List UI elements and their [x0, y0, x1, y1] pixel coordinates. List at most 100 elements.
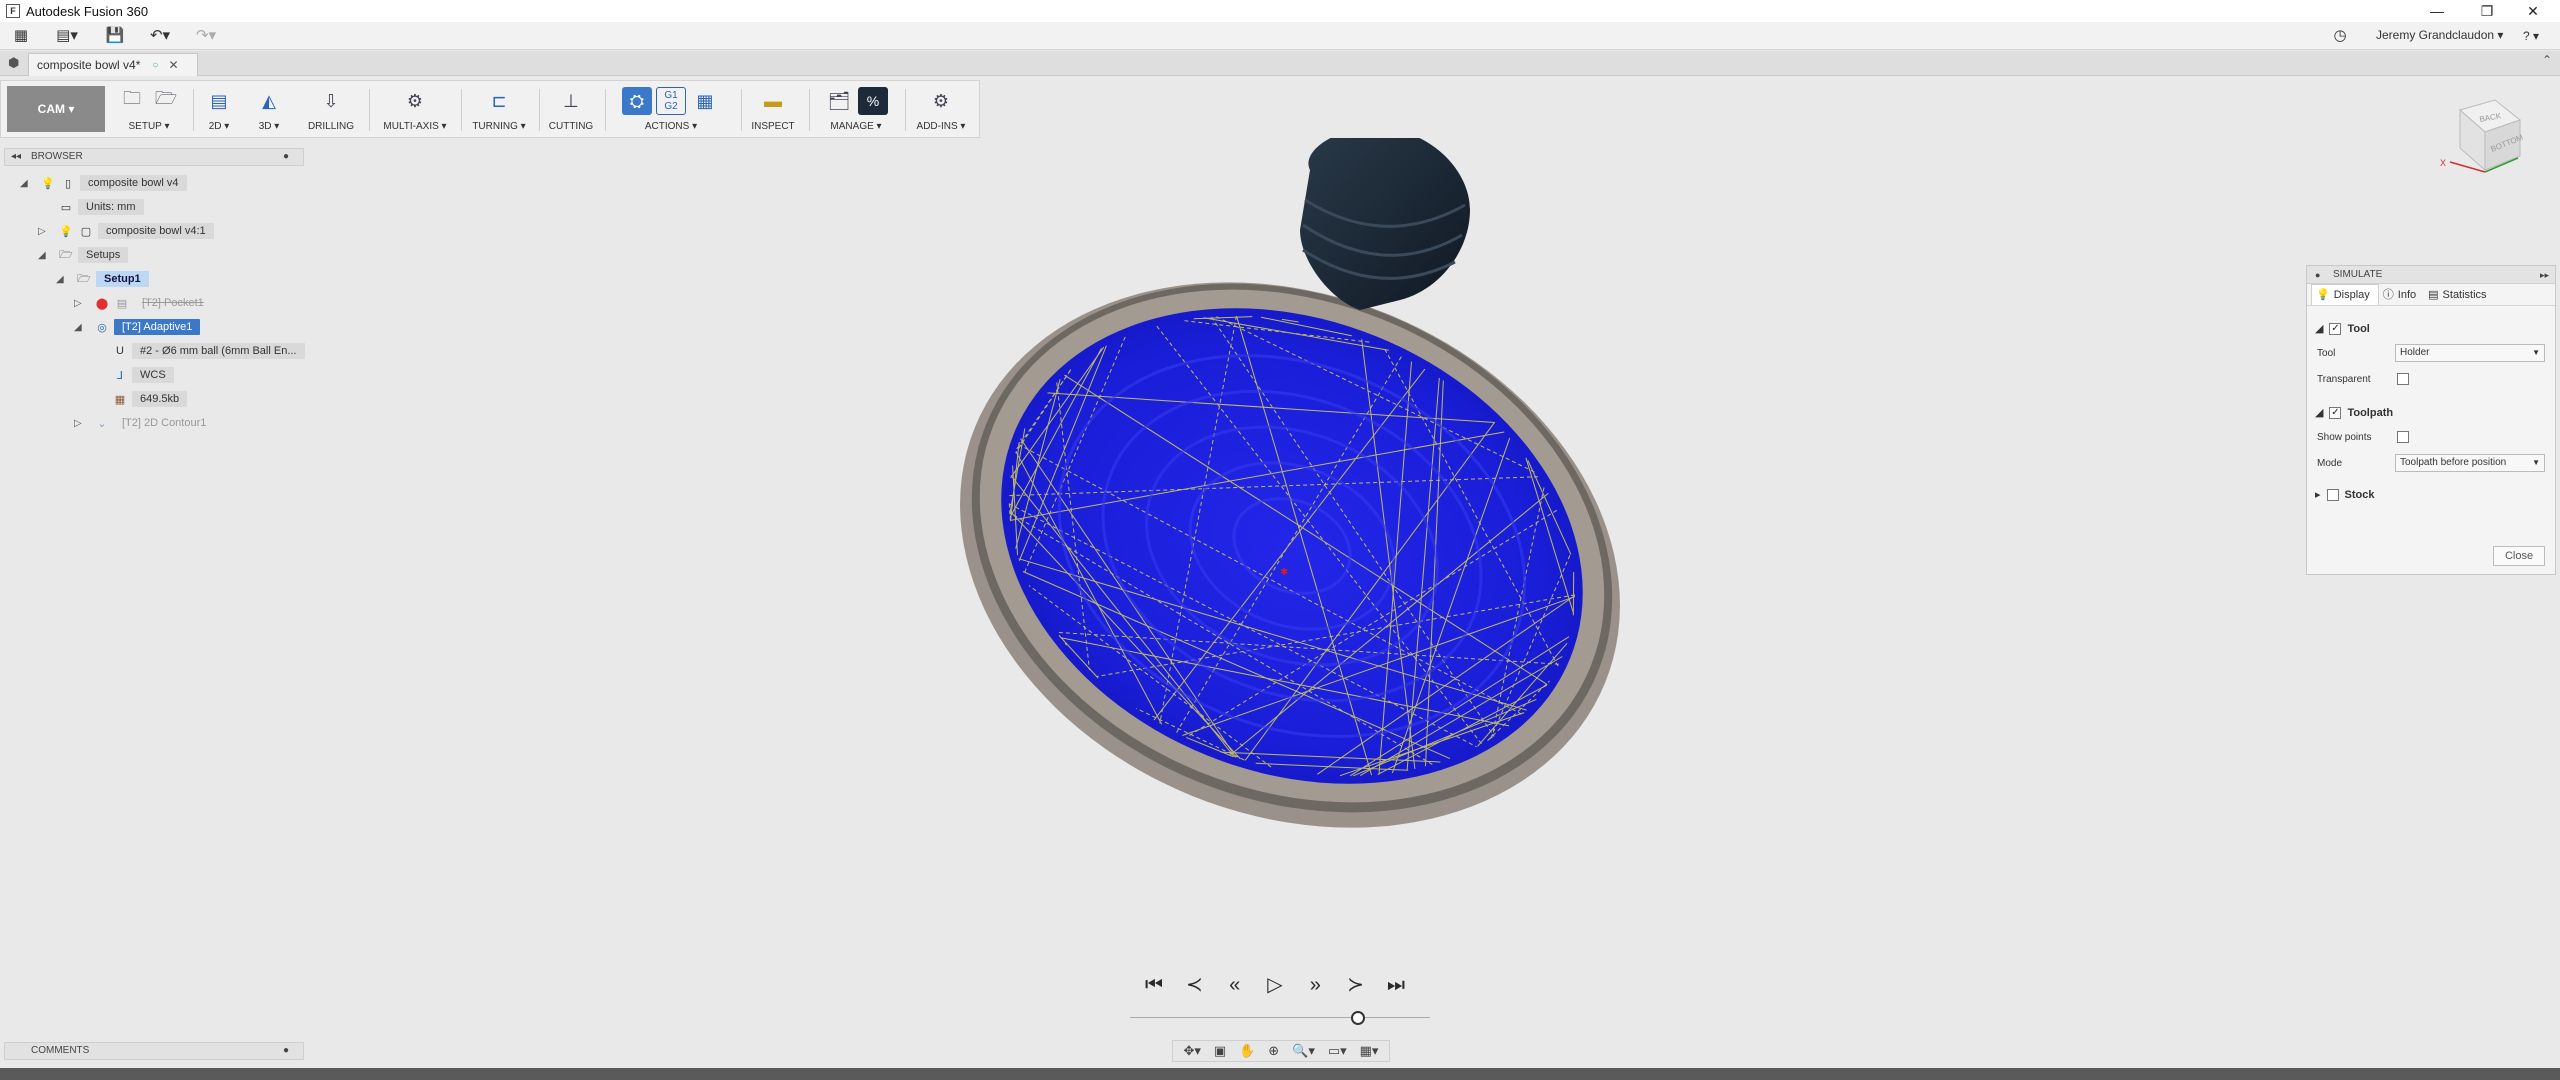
grid-settings-icon[interactable]: ▦▾ — [1360, 1043, 1379, 1059]
toolpath-section-header[interactable]: ◢ ✓ Toolpath — [2315, 406, 2393, 419]
tree-node-label: [T2] 2D Contour1 — [122, 417, 207, 429]
simulation-timeline-slider[interactable] — [1130, 1010, 1430, 1026]
setup-sheet-icon: ▦ — [696, 90, 714, 111]
multi-axis-group[interactable]: ⚙ MULTI-AXIS ▾ — [375, 85, 455, 135]
step-forward-icon[interactable]: » — [1301, 971, 1329, 999]
restore-button[interactable]: ❐ — [2464, 0, 2510, 22]
tree-node-units[interactable]: ▭ Units: mm — [58, 198, 144, 216]
tree-node-label: Setup1 — [96, 271, 149, 287]
document-tab[interactable]: composite bowl v4* ○ ✕ — [28, 53, 198, 76]
app-grid-icon[interactable]: ▦ — [10, 26, 32, 46]
transparent-label: Transparent — [2317, 374, 2371, 385]
manage-label: MANAGE ▾ — [830, 121, 882, 132]
setup-group[interactable]: 🗀 🗁 SETUP ▾ — [109, 85, 189, 135]
save-icon[interactable]: 💾 — [104, 26, 126, 46]
orbit-icon[interactable]: ✥▾ — [1183, 1043, 1200, 1059]
tree-node-pocket1[interactable]: ⬤ ▤ [T2] Pocket1 — [94, 294, 212, 312]
expand-triangle-icon[interactable]: ◢ — [20, 178, 28, 189]
zoom-icon[interactable]: 🔍▾ — [1292, 1043, 1315, 1059]
close-window-button[interactable]: ✕ — [2510, 0, 2556, 22]
expand-triangle-icon[interactable]: ◢ — [74, 322, 82, 333]
tree-node-tool[interactable]: U #2 - Ø6 mm ball (6mm Ball En... — [112, 342, 305, 360]
manage-group[interactable]: 🗂 % MANAGE ▾ — [813, 85, 899, 135]
go-to-start-icon[interactable]: ⏮ — [1140, 971, 1168, 999]
close-tab-icon[interactable]: ✕ — [168, 58, 178, 72]
lightbulb-icon[interactable]: 💡 — [58, 223, 74, 239]
tree-node-wcs[interactable]: ⅃ WCS — [112, 366, 174, 384]
3d-group[interactable]: ◭ 3D ▾ — [249, 85, 289, 135]
toolpath-visibility-checkbox[interactable]: ✓ — [2329, 406, 2342, 419]
tool-type-label: Tool — [2317, 348, 2336, 359]
drilling-group[interactable]: ⇩ DRILLING — [301, 85, 361, 135]
playback-controls: ⏮ ≺ « ▷ » ≻ ⏭ — [1140, 970, 1410, 1000]
undo-icon[interactable]: ↶▾ — [142, 26, 178, 46]
tab-info[interactable]: ⓘ Info — [2379, 284, 2424, 305]
2d-group[interactable]: ▤ 2D ▾ — [199, 85, 239, 135]
tool-display-select[interactable]: Holder ▼ — [2395, 344, 2545, 362]
tree-node-2d-contour1[interactable]: ⌄ [T2] 2D Contour1 — [94, 414, 214, 432]
help-icon[interactable]: ? ▾ — [2516, 26, 2546, 46]
go-to-end-icon[interactable]: ⏭ — [1382, 971, 1410, 999]
info-tab-icon: ⓘ — [2382, 288, 2394, 301]
show-points-checkbox[interactable] — [2397, 431, 2409, 443]
collapse-browser-icon[interactable]: ◂◂ — [11, 149, 21, 165]
close-simulation-button[interactable]: Close — [2493, 546, 2545, 566]
timeline-knob[interactable] — [1351, 1011, 1365, 1025]
tree-node-setup1[interactable]: 🗁 Setup1 — [76, 270, 149, 288]
expand-triangle-icon[interactable]: ◢ — [38, 250, 46, 261]
tool-section-header[interactable]: ◢ ✓ Tool — [2315, 322, 2370, 335]
tab-display[interactable]: 💡 Display — [2311, 284, 2379, 305]
look-at-icon[interactable]: ▣ — [1214, 1043, 1226, 1059]
play-icon[interactable]: ▷ — [1261, 971, 1289, 999]
comments-pin-icon[interactable]: ● — [283, 1043, 289, 1059]
inspect-group[interactable]: ▬ INSPECT — [745, 85, 801, 135]
workspace-switcher[interactable]: CAM ▾ — [7, 86, 105, 132]
tool-holder — [1300, 138, 1470, 310]
3d-viewport[interactable]: ✱ — [310, 138, 2300, 1038]
stock-visibility-checkbox[interactable] — [2326, 488, 2339, 501]
redo-icon[interactable]: ↷▾ — [188, 26, 224, 46]
display-settings-icon[interactable]: ▭▾ — [1328, 1043, 1347, 1059]
toolpath-data-icon: ▦ — [114, 393, 126, 406]
job-status-clock-icon[interactable]: ◷ — [2330, 26, 2350, 46]
next-operation-icon[interactable]: ≻ — [1342, 971, 1370, 999]
show-points-label: Show points — [2317, 432, 2372, 443]
collapsed-triangle-icon[interactable]: ▷ — [74, 298, 82, 309]
cutting-group[interactable]: ⊥ CUTTING — [543, 85, 599, 135]
collapsed-triangle-icon[interactable]: ▷ — [38, 226, 46, 237]
tool-visibility-checkbox[interactable]: ✓ — [2329, 322, 2342, 335]
minimize-button[interactable]: — — [2414, 0, 2460, 22]
simulate-header[interactable]: ● SIMULATE ▸▸ — [2307, 266, 2555, 284]
pan-hand-icon[interactable]: ✋ — [1239, 1043, 1255, 1059]
browser-pin-icon[interactable]: ● — [283, 149, 289, 165]
comments-panel-header[interactable]: COMMENTS ● — [4, 1042, 304, 1060]
expand-panel-icon[interactable]: ▸▸ — [2540, 266, 2549, 284]
tree-node-toolpath-size[interactable]: ▦ 649.5kb — [112, 390, 188, 408]
file-menu-icon[interactable]: ▤▾ — [50, 26, 84, 46]
lightbulb-icon[interactable]: 💡 — [40, 175, 56, 191]
transparent-checkbox[interactable] — [2397, 373, 2409, 385]
tab-statistics[interactable]: ▤ Statistics — [2424, 284, 2494, 305]
tree-node-component[interactable]: 💡 ▢ composite bowl v4:1 — [58, 222, 214, 240]
simulate-pin-icon[interactable]: ● — [2315, 266, 2320, 284]
tree-node-adaptive1[interactable]: ◎ [T2] Adaptive1 — [94, 318, 201, 336]
collapsed-triangle-icon[interactable]: ▷ — [74, 418, 82, 429]
turning-group[interactable]: ⊏ TURNING ▾ — [465, 85, 533, 135]
viewcube[interactable]: BACK BOTTOM X — [2440, 90, 2530, 180]
actions-group[interactable]: ⛭ G1 G2 ▦ ACTIONS ▾ — [609, 85, 733, 135]
browser-header[interactable]: ◂◂ BROWSER ● — [4, 148, 304, 166]
user-account-menu[interactable]: Jeremy Grandclaudon ▾ — [2376, 28, 2503, 42]
separator — [193, 89, 194, 131]
stock-section-header[interactable]: ▸ Stock — [2315, 488, 2375, 501]
tree-node-label: Setups — [78, 247, 129, 263]
collapse-ribbon-icon[interactable]: ⌃ — [2542, 53, 2552, 67]
tree-node-setups[interactable]: 🗁 Setups — [58, 246, 129, 264]
step-back-icon[interactable]: « — [1221, 971, 1249, 999]
zoom-window-icon[interactable]: ⊕ — [1268, 1043, 1279, 1059]
tree-node-document[interactable]: 💡 ▯ composite bowl v4 — [40, 174, 187, 192]
expand-triangle-icon[interactable]: ◢ — [56, 274, 64, 285]
toolpath-mode-select[interactable]: Toolpath before position ▼ — [2395, 454, 2545, 472]
display-tab-icon: 💡 — [2316, 289, 2330, 301]
add-ins-group[interactable]: ⚙ ADD-INS ▾ — [909, 85, 973, 135]
previous-operation-icon[interactable]: ≺ — [1180, 971, 1208, 999]
